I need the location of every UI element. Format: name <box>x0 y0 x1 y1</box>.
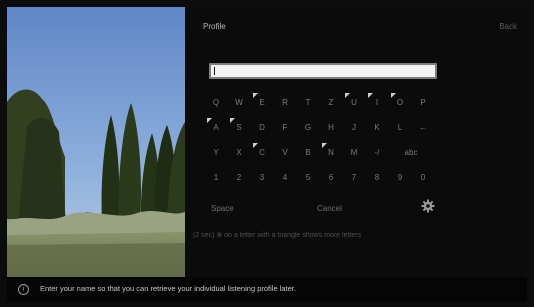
info-icon: i <box>18 284 29 295</box>
keyboard-row: 1234567890 <box>207 168 437 190</box>
key[interactable]: A <box>207 118 225 138</box>
background-photo <box>7 7 185 277</box>
space-key[interactable]: Space <box>211 199 234 219</box>
key[interactable]: G <box>299 118 317 138</box>
key[interactable]: W <box>230 93 248 113</box>
key[interactable]: B <box>299 143 317 163</box>
key[interactable]: 3 <box>253 168 271 188</box>
key[interactable]: Q <box>207 93 225 113</box>
back-button[interactable]: Back <box>499 22 517 31</box>
more-letters-hint: (2 sec) ⊕ on a letter with a triangle sh… <box>193 232 362 239</box>
key[interactable]: 4 <box>276 168 294 188</box>
key[interactable]: V <box>276 143 294 163</box>
key[interactable]: F <box>276 118 294 138</box>
profile-panel: Profile Back Q W E R T Z U I O P A S D F G H J K L ← Y X C V B N M… <box>185 7 527 277</box>
key[interactable]: 7 <box>345 168 363 188</box>
key[interactable]: N <box>322 143 340 163</box>
key[interactable]: Z <box>322 93 340 113</box>
key[interactable]: Y <box>207 143 225 163</box>
key[interactable]: 5 <box>299 168 317 188</box>
key[interactable]: 2 <box>230 168 248 188</box>
key[interactable]: D <box>253 118 271 138</box>
info-bar: i Enter your name so that you can retrie… <box>7 277 527 301</box>
key[interactable]: 0 <box>414 168 432 188</box>
key[interactable]: abc <box>391 143 431 163</box>
page-title: Profile <box>203 22 226 31</box>
keyboard-action-row: Space Cancel <box>207 199 447 219</box>
keyboard-row: Y X C V B N M -/abc <box>207 143 437 165</box>
key[interactable]: ← <box>414 118 432 138</box>
text-cursor <box>214 67 215 75</box>
key[interactable]: I <box>368 93 386 113</box>
key[interactable]: E <box>253 93 271 113</box>
gear-icon[interactable] <box>421 199 435 213</box>
key[interactable]: P <box>414 93 432 113</box>
key[interactable]: J <box>345 118 363 138</box>
key[interactable]: R <box>276 93 294 113</box>
key[interactable]: X <box>230 143 248 163</box>
key[interactable]: L <box>391 118 409 138</box>
key[interactable]: 1 <box>207 168 225 188</box>
key[interactable]: M <box>345 143 363 163</box>
key[interactable]: K <box>368 118 386 138</box>
key[interactable]: S <box>230 118 248 138</box>
key[interactable]: H <box>322 118 340 138</box>
info-text: Enter your name so that you can retrieve… <box>40 284 296 293</box>
key[interactable]: 6 <box>322 168 340 188</box>
cancel-key[interactable]: Cancel <box>317 199 342 219</box>
name-input[interactable] <box>209 63 437 79</box>
tv-screen: Profile Back Q W E R T Z U I O P A S D F G H J K L ← Y X C V B N M… <box>7 7 527 301</box>
key[interactable]: O <box>391 93 409 113</box>
key[interactable]: U <box>345 93 363 113</box>
keyboard-row: A S D F G H J K L ← <box>207 118 437 140</box>
key[interactable]: 9 <box>391 168 409 188</box>
keyboard-row: QWERTZUIOP <box>207 93 437 115</box>
key[interactable]: T <box>299 93 317 113</box>
key[interactable]: C <box>253 143 271 163</box>
key[interactable]: 8 <box>368 168 386 188</box>
key[interactable]: -/ <box>368 143 386 163</box>
